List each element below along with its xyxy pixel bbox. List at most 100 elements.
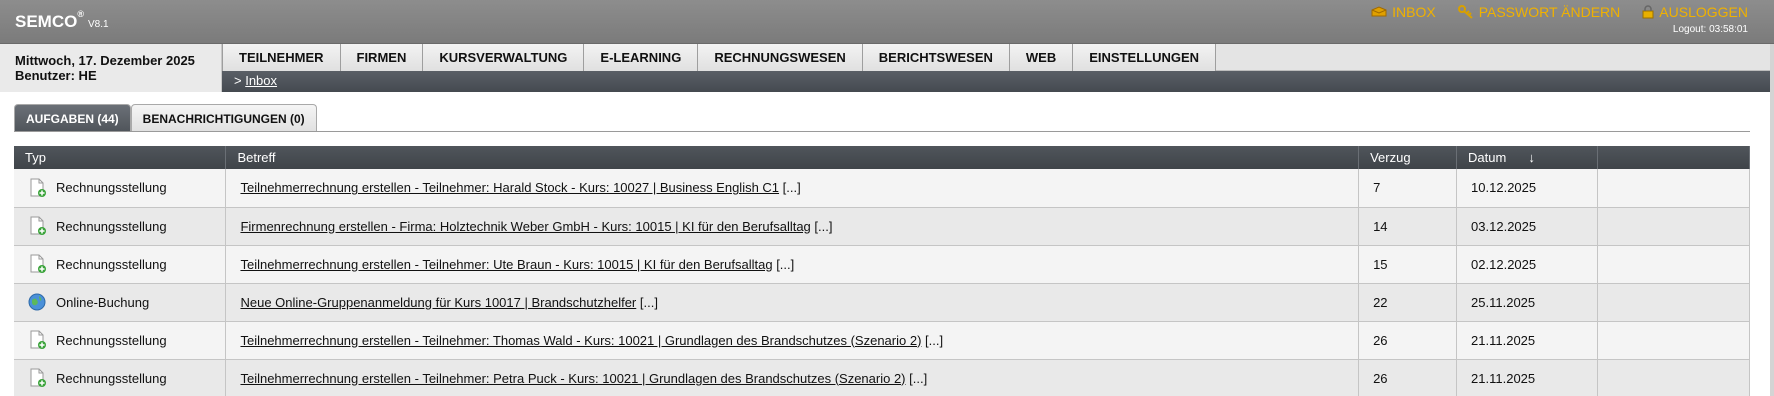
trademark: ® bbox=[77, 9, 84, 20]
cell-verzug: 26 bbox=[1358, 359, 1458, 396]
menu-item-kursverwaltung[interactable]: KURSVERWALTUNG bbox=[423, 44, 585, 71]
typ-wrapper: Rechnungsstellung bbox=[27, 216, 225, 236]
table-row[interactable]: Rechnungsstellung Firmenrechnung erstelle… bbox=[14, 207, 1750, 246]
betreff-link[interactable]: Teilnehmerrechnung erstellen - Teilnehme… bbox=[240, 333, 921, 348]
cell-verzug: 7 bbox=[1358, 169, 1458, 208]
betreff-link[interactable]: Neue Online-Gruppenanmeldung für Kurs 10… bbox=[240, 295, 636, 310]
cell-typ: Rechnungsstellung bbox=[14, 207, 227, 246]
betreff-more: [...] bbox=[782, 180, 801, 196]
cell-datum: 25.11.2025 bbox=[1456, 283, 1599, 322]
cell-datum: 10.12.2025 bbox=[1456, 169, 1599, 208]
menu-item-berichtswesen[interactable]: BERICHTSWESEN bbox=[862, 44, 1010, 71]
cell-betreff: Neue Online-Gruppenanmeldung für Kurs 10… bbox=[225, 283, 1360, 322]
betreff-more: [...] bbox=[776, 256, 795, 272]
right-edge bbox=[1770, 44, 1774, 396]
cell-betreff: Teilnehmerrechnung erstellen - Teilnehme… bbox=[225, 321, 1360, 360]
typ-label: Rechnungsstellung bbox=[56, 332, 167, 348]
betreff-link[interactable]: Teilnehmerrechnung erstellen - Teilnehme… bbox=[240, 371, 905, 386]
task-table: Typ Betreff Verzug Datum ↓ Rechnungsstell… bbox=[14, 146, 1750, 396]
typ-label: Rechnungsstellung bbox=[56, 256, 167, 272]
betreff-link[interactable]: Firmenrechnung erstellen - Firma: Holzte… bbox=[240, 219, 810, 234]
typ-label: Rechnungsstellung bbox=[56, 370, 167, 386]
betreff-link[interactable]: Teilnehmerrechnung erstellen - Teilnehme… bbox=[240, 257, 772, 272]
app-version: V8.1 bbox=[87, 19, 109, 30]
current-date: Mittwoch, 17. Dezember 2025 bbox=[15, 53, 195, 68]
globe-icon bbox=[27, 292, 47, 312]
menu-item-web[interactable]: WEB bbox=[1009, 44, 1074, 71]
current-user: Benutzer: HE bbox=[15, 68, 97, 83]
app-logo: SEMCO®V8.1 bbox=[15, 9, 109, 32]
cell-betreff: Firmenrechnung erstellen - Firma: Holzte… bbox=[225, 207, 1360, 246]
typ-wrapper: Rechnungsstellung bbox=[27, 368, 225, 388]
column-header-verzug[interactable]: Verzug bbox=[1358, 146, 1458, 169]
invoice-add-icon bbox=[27, 368, 47, 388]
cell-betreff: Teilnehmerrechnung erstellen - Teilnehme… bbox=[225, 359, 1360, 396]
logout-timer: Logout: 03:58:01 bbox=[1672, 24, 1748, 35]
betreff-more: [...] bbox=[639, 294, 658, 310]
invoice-add-icon bbox=[27, 254, 47, 274]
logout-link[interactable]: AUSLOGGEN bbox=[1642, 4, 1748, 20]
cell-datum: 21.11.2025 bbox=[1456, 321, 1599, 360]
table-header-row: Typ Betreff Verzug Datum ↓ bbox=[14, 146, 1750, 169]
menu-item-e-learning[interactable]: E-LEARNING bbox=[584, 44, 699, 71]
table-row[interactable]: Rechnungsstellung Teilnehmerrechnung erst… bbox=[14, 359, 1750, 396]
cell-betreff: Teilnehmerrechnung erstellen - Teilnehme… bbox=[225, 245, 1360, 284]
menu-item-firmen[interactable]: FIRMEN bbox=[340, 44, 424, 71]
menu-item-rechnungswesen[interactable]: RECHNUNGSWESEN bbox=[698, 44, 863, 71]
tab-benachrichtigungen[interactable]: BENACHRICHTIGUNGEN (0) bbox=[130, 104, 317, 132]
invoice-add-icon bbox=[27, 178, 47, 198]
datum-label: Datum bbox=[1468, 150, 1507, 165]
invoice-add-icon bbox=[27, 330, 47, 350]
table-row[interactable]: Rechnungsstellung Teilnehmerrechnung erst… bbox=[14, 169, 1750, 208]
typ-wrapper: Rechnungsstellung bbox=[27, 330, 225, 350]
betreff-more: [...] bbox=[925, 332, 944, 348]
cell-datum: 03.12.2025 bbox=[1456, 207, 1599, 246]
table-row[interactable]: Rechnungsstellung Teilnehmerrechnung erst… bbox=[14, 245, 1750, 284]
menu-item-teilnehmer[interactable]: TEILNEHMER bbox=[222, 44, 341, 71]
column-header-betreff[interactable]: Betreff bbox=[225, 146, 1360, 169]
change-password-link[interactable]: PASSWORT ÄNDERN bbox=[1457, 4, 1620, 20]
cell-extra bbox=[1597, 283, 1750, 322]
cell-typ: Rechnungsstellung bbox=[14, 245, 227, 284]
betreff-link[interactable]: Teilnehmerrechnung erstellen - Teilnehme… bbox=[240, 180, 779, 195]
breadcrumb: > Inbox bbox=[222, 71, 1774, 92]
session-info: Mittwoch, 17. Dezember 2025 Benutzer: HE bbox=[0, 44, 222, 92]
breadcrumb-inbox[interactable]: Inbox bbox=[245, 73, 277, 88]
betreff-more: [...] bbox=[814, 218, 833, 234]
top-bar: SEMCO®V8.1 INBOX PASSWORT ÄNDERN AUSLOGG… bbox=[0, 0, 1774, 44]
cell-typ: Rechnungsstellung bbox=[14, 169, 227, 208]
typ-wrapper: Rechnungsstellung bbox=[27, 178, 225, 198]
cell-typ: Rechnungsstellung bbox=[14, 321, 227, 360]
cell-typ: Rechnungsstellung bbox=[14, 359, 227, 396]
table-row[interactable]: Online-Buchung Neue Online-Gruppenanmeldu… bbox=[14, 283, 1750, 322]
inbox-label: INBOX bbox=[1392, 4, 1436, 20]
typ-wrapper: Rechnungsstellung bbox=[27, 254, 225, 274]
tab-aufgaben[interactable]: AUFGABEN (44) bbox=[14, 104, 131, 132]
invoice-add-icon bbox=[27, 216, 47, 236]
cell-datum: 21.11.2025 bbox=[1456, 359, 1599, 396]
cell-verzug: 14 bbox=[1358, 207, 1458, 246]
top-links: INBOX PASSWORT ÄNDERN AUSLOGGEN bbox=[1349, 4, 1748, 20]
cell-verzug: 15 bbox=[1358, 245, 1458, 284]
cell-extra bbox=[1597, 245, 1750, 284]
cell-datum: 02.12.2025 bbox=[1456, 245, 1599, 284]
column-header-typ[interactable]: Typ bbox=[14, 146, 227, 169]
inbox-icon bbox=[1371, 6, 1387, 17]
typ-label: Rechnungsstellung bbox=[56, 180, 167, 196]
cell-extra bbox=[1597, 359, 1750, 396]
cell-extra bbox=[1597, 169, 1750, 208]
menu-item-einstellungen[interactable]: EINSTELLUNGEN bbox=[1073, 44, 1217, 71]
inbox-link[interactable]: INBOX bbox=[1371, 4, 1436, 20]
typ-label: Rechnungsstellung bbox=[56, 218, 167, 234]
tab-divider bbox=[14, 131, 1750, 132]
lock-icon bbox=[1642, 5, 1654, 19]
typ-wrapper: Online-Buchung bbox=[27, 292, 225, 312]
cell-typ: Online-Buchung bbox=[14, 283, 227, 322]
app-name: SEMCO bbox=[15, 12, 78, 31]
column-header-datum[interactable]: Datum ↓ bbox=[1456, 146, 1599, 169]
sort-desc-icon: ↓ bbox=[1528, 150, 1535, 165]
table-row[interactable]: Rechnungsstellung Teilnehmerrechnung erst… bbox=[14, 321, 1750, 360]
cell-verzug: 26 bbox=[1358, 321, 1458, 360]
typ-label: Online-Buchung bbox=[56, 294, 150, 310]
cell-extra bbox=[1597, 321, 1750, 360]
